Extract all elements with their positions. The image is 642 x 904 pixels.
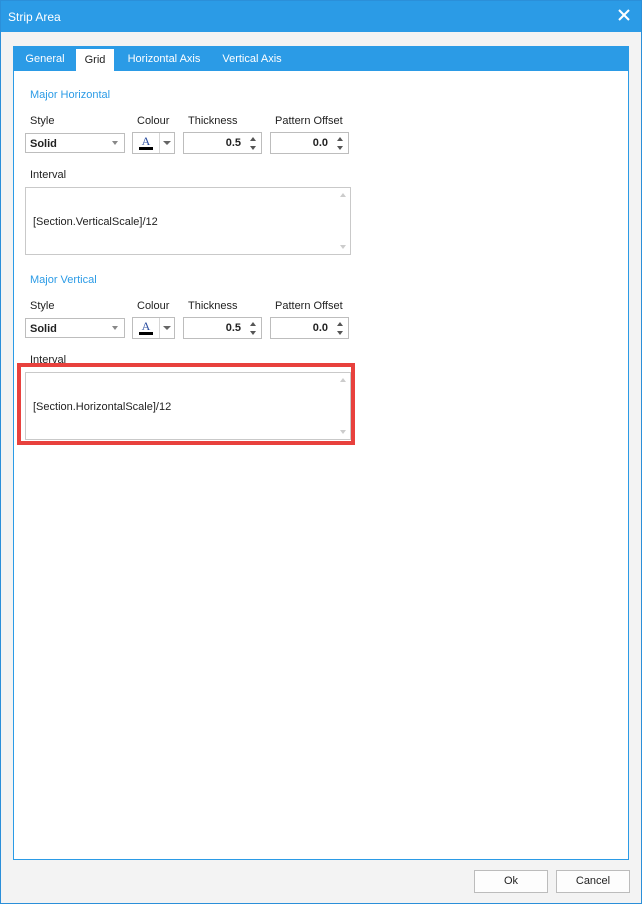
scroll-down-icon[interactable] [339, 244, 347, 250]
v-thickness-spinner[interactable]: 0.5 [183, 317, 262, 339]
scroll-up-icon[interactable] [339, 192, 347, 198]
v-offset-spinner[interactable]: 0.0 [270, 317, 349, 339]
title-bar[interactable]: Strip Area [1, 1, 641, 32]
font-colour-icon[interactable]: A [133, 133, 159, 153]
svg-text:A: A [142, 319, 151, 333]
h-colour-swatch [139, 147, 153, 150]
spin-down-icon[interactable] [335, 144, 345, 152]
major-horizontal-title: Major Horizontal [30, 89, 111, 101]
h-style-dropdown[interactable]: Solid [25, 133, 125, 153]
tab-panel: General Grid Horizontal Axis Vertical Ax… [13, 46, 629, 860]
h-thickness-label: Thickness [188, 115, 238, 127]
v-offset-value: 0.0 [312, 322, 328, 334]
highlight-box [17, 363, 355, 445]
chevron-down-icon [112, 141, 118, 145]
h-offset-value: 0.0 [312, 137, 328, 149]
svg-text:A: A [142, 134, 151, 148]
h-thickness-spinner[interactable]: 0.5 [183, 132, 262, 154]
spin-down-icon[interactable] [248, 144, 258, 152]
window-title: Strip Area [8, 10, 61, 24]
v-colour-label: Colour [137, 300, 170, 312]
h-colour-picker: A [132, 132, 175, 154]
spin-up-icon[interactable] [335, 135, 345, 143]
tab-horizontal-axis[interactable]: Horizontal Axis [120, 47, 208, 71]
spin-up-icon[interactable] [335, 320, 345, 328]
cancel-button[interactable]: Cancel [556, 870, 630, 893]
tab-strip: General Grid Horizontal Axis Vertical Ax… [14, 47, 628, 71]
v-thickness-value: 0.5 [225, 322, 241, 334]
h-offset-spinner[interactable]: 0.0 [270, 132, 349, 154]
tab-general[interactable]: General [18, 47, 72, 71]
chevron-down-icon[interactable] [160, 318, 174, 338]
tab-vertical-axis[interactable]: Vertical Axis [216, 47, 288, 71]
v-style-label: Style [30, 300, 55, 312]
h-style-value: Solid [30, 138, 57, 150]
chevron-down-icon [112, 326, 118, 330]
spin-down-icon[interactable] [335, 329, 345, 337]
spin-down-icon[interactable] [248, 329, 258, 337]
h-interval-value: [Section.VerticalScale]/12 [33, 216, 158, 228]
v-style-value: Solid [30, 323, 57, 335]
tab-grid[interactable]: Grid [76, 49, 114, 71]
ok-button[interactable]: Ok [474, 870, 548, 893]
v-style-dropdown[interactable]: Solid [25, 318, 125, 338]
h-style-label: Style [30, 115, 55, 127]
h-interval-textarea[interactable]: [Section.VerticalScale]/12 [25, 187, 351, 255]
h-interval-label: Interval [30, 169, 67, 181]
v-offset-label: Pattern Offset [275, 300, 343, 312]
chevron-down-icon[interactable] [160, 133, 174, 153]
major-vertical-title: Major Vertical [30, 274, 97, 286]
h-thickness-value: 0.5 [225, 137, 241, 149]
close-icon[interactable] [617, 8, 631, 22]
font-colour-icon[interactable]: A [133, 318, 159, 338]
v-colour-picker: A [132, 317, 175, 339]
spin-up-icon[interactable] [248, 320, 258, 328]
v-colour-swatch [139, 332, 153, 335]
spin-up-icon[interactable] [248, 135, 258, 143]
strip-area-dialog: Strip Area General Grid Horizontal Axis … [0, 0, 642, 904]
v-thickness-label: Thickness [188, 300, 238, 312]
h-colour-label: Colour [137, 115, 170, 127]
h-offset-label: Pattern Offset [275, 115, 343, 127]
